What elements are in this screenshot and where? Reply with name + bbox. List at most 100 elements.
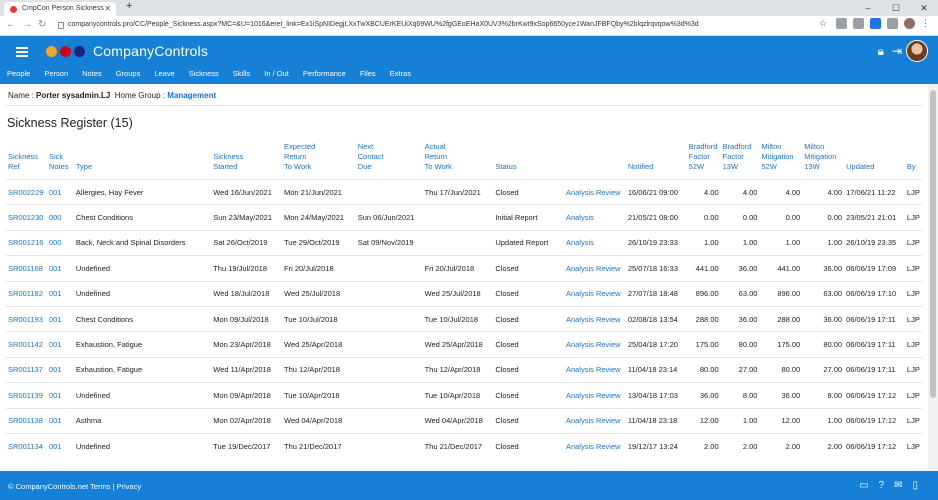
browser-tab[interactable]: CmpCon Person Sickness ✕ <box>4 2 116 16</box>
column-header-milton-13w[interactable]: Milton Mitigation 13W <box>802 142 844 180</box>
close-window-icon[interactable]: ✕ <box>910 0 938 16</box>
table-row[interactable]: SR001230 000 Chest Conditions Sun 23/May/20… <box>6 204 922 231</box>
table-cell-sickness-ref[interactable]: SR001193 <box>6 305 47 332</box>
column-header-sickness-started[interactable]: Sickness Started <box>211 142 282 180</box>
back-icon[interactable]: ← <box>6 19 16 30</box>
table-row[interactable]: SR001142 001 Exhaustion, Fatigue Mon 23/Apr… <box>6 331 922 358</box>
table-cell-sickness-ref[interactable]: SR001137 <box>6 356 47 383</box>
table-row[interactable]: SR001216 000 Back, Neck and Spinal Disorde… <box>6 229 922 256</box>
menu-item-groups[interactable]: Groups <box>109 67 148 78</box>
menu-item-person[interactable]: Person <box>37 67 75 78</box>
menu-item-skills[interactable]: Skills <box>226 67 258 78</box>
table-cell-action[interactable]: Analysis Review <box>563 356 626 383</box>
table-cell-action[interactable]: Analysis Review <box>563 407 626 434</box>
column-header-type[interactable]: Type <box>74 142 211 180</box>
new-tab-icon[interactable]: + <box>126 0 132 12</box>
table-cell-action[interactable]: Analysis Review <box>563 331 626 358</box>
menu-item-extras[interactable]: Extras <box>383 67 418 78</box>
column-header-expected-return[interactable]: Expected Return To Work <box>282 142 356 180</box>
forward-icon[interactable]: → <box>22 19 32 30</box>
logout-icon[interactable]: ⇥ <box>892 44 902 59</box>
table-cell-action[interactable]: Analysis Review <box>563 178 626 205</box>
chat-icon[interactable]: ▭ <box>859 480 868 491</box>
table-cell-sick-notes[interactable]: 001 <box>46 432 74 459</box>
extension-icon[interactable] <box>853 18 864 29</box>
column-header-updated[interactable]: Updated <box>844 142 905 180</box>
table-cell-sick-notes[interactable]: 001 <box>46 382 74 409</box>
table-cell-action[interactable]: Analysis Review <box>563 382 626 409</box>
menu-item-sickness[interactable]: Sickness <box>182 67 226 78</box>
extension-icon[interactable] <box>870 18 881 29</box>
menu-item-people[interactable]: People <box>0 67 37 78</box>
column-header-action[interactable] <box>564 142 626 180</box>
column-header-by[interactable]: By <box>905 142 922 180</box>
table-cell-sickness-ref[interactable]: SR001182 <box>6 280 47 307</box>
column-header-sick-notes[interactable]: Sick Notes <box>47 142 74 180</box>
table-cell-action[interactable]: Analysis Review <box>563 280 626 307</box>
table-cell-sick-notes[interactable]: 001 <box>46 305 74 332</box>
table-cell-sick-notes[interactable]: 000 <box>46 229 74 256</box>
menu-item-performance[interactable]: Performance <box>296 67 353 78</box>
star-icon[interactable]: ☆ <box>819 18 830 29</box>
table-row[interactable]: SR001182 001 Undefined Wed 18/Jul/2018 Wed 2… <box>6 280 922 307</box>
footer-text[interactable]: © CompanyControls.net Terms | Privacy <box>8 482 141 491</box>
column-header-status[interactable]: Status <box>493 142 564 180</box>
column-header-notified[interactable]: Notified <box>626 142 687 180</box>
table-cell-action[interactable]: Analysis Review <box>563 305 626 332</box>
table-cell-sick-notes[interactable]: 001 <box>46 178 74 205</box>
lock-icon[interactable]: 🔒︎ <box>878 44 884 59</box>
table-cell-sickness-ref[interactable]: SR001216 <box>6 229 47 256</box>
table-cell-sick-notes[interactable]: 001 <box>46 280 74 307</box>
table-cell-sickness-ref[interactable]: SR001139 <box>6 382 47 409</box>
envelope-icon[interactable]: ✉ <box>894 480 902 491</box>
table-row[interactable]: SR001193 001 Chest Conditions Mon 09/Jul/20… <box>6 305 922 332</box>
column-header-bradford-52w[interactable]: Bradford Factor 52W <box>687 142 721 180</box>
table-cell-sick-notes[interactable]: 001 <box>46 407 74 434</box>
table-cell-action[interactable]: Analysis Review <box>563 432 626 459</box>
menu-item-files[interactable]: Files <box>353 67 383 78</box>
hamburger-icon[interactable] <box>16 47 28 57</box>
avatar[interactable] <box>906 40 928 62</box>
help-icon[interactable]: ? <box>879 480 885 491</box>
url-bar[interactable]: companycontrols.pro/CC/People_Sickness.a… <box>58 19 776 33</box>
extension-icon[interactable] <box>836 18 847 29</box>
table-cell-sickness-ref[interactable]: SR001142 <box>6 331 47 358</box>
table-cell-action[interactable]: Analysis Review <box>563 255 626 282</box>
tab-close-icon[interactable]: ✕ <box>104 4 111 13</box>
table-row[interactable]: SR001137 001 Exhaustion, Fatigue Wed 11/Apr… <box>6 356 922 383</box>
menu-item-in-out[interactable]: In / Out <box>257 67 296 78</box>
table-cell-sickness-ref[interactable]: SR001230 <box>6 204 47 231</box>
profile-icon[interactable] <box>904 18 915 29</box>
table-row[interactable]: SR001134 001 Undefined Tue 19/Dec/2017 Thu 2… <box>6 432 922 459</box>
table-cell-sick-notes[interactable]: 001 <box>46 255 74 282</box>
logo[interactable]: CompanyControls <box>46 43 208 59</box>
maximize-icon[interactable]: ☐ <box>882 0 910 16</box>
menu-item-leave[interactable]: Leave <box>147 67 181 78</box>
mobile-icon[interactable]: ▯ <box>912 480 918 491</box>
menu-item-notes[interactable]: Notes <box>75 67 109 78</box>
table-row[interactable]: SR001139 001 Undefined Mon 09/Apr/2018 Tue 1… <box>6 382 922 409</box>
table-cell-action[interactable]: Analysis <box>563 204 626 231</box>
table-row[interactable]: SR001168 001 Undefined Thu 19/Jul/2018 Fri 2… <box>6 255 922 282</box>
scrollbar[interactable] <box>928 84 938 471</box>
column-header-actual-return[interactable]: Actual Return To Work <box>423 142 494 180</box>
table-cell-sick-notes[interactable]: 001 <box>46 331 74 358</box>
table-cell-sickness-ref[interactable]: SR001168 <box>6 255 47 282</box>
table-cell-sick-notes[interactable]: 001 <box>46 356 74 383</box>
reload-icon[interactable]: ↻ <box>38 19 46 30</box>
minimize-icon[interactable]: – <box>854 0 882 16</box>
table-row[interactable]: SR002229 001 Allergies, Hay Fever Wed 16/Ju… <box>6 178 922 205</box>
column-header-sickness-ref[interactable]: Sickness Ref <box>6 142 47 180</box>
table-cell-action[interactable]: Analysis <box>563 229 626 256</box>
table-cell-sickness-ref[interactable]: SR001134 <box>6 432 47 459</box>
table-cell-sick-notes[interactable]: 000 <box>46 204 74 231</box>
puzzle-icon[interactable] <box>887 18 898 29</box>
table-cell-sickness-ref[interactable]: SR001138 <box>6 407 47 434</box>
column-header-next-contact[interactable]: Next Contact Due <box>356 142 423 180</box>
more-icon[interactable]: ⋮ <box>921 18 932 29</box>
scrollbar-thumb[interactable] <box>930 90 936 398</box>
column-header-milton-52w[interactable]: Milton Mitigation 52W <box>759 142 802 180</box>
column-header-bradford-13w[interactable]: Bradford Factor 13W <box>721 142 760 180</box>
table-cell-sickness-ref[interactable]: SR002229 <box>6 178 47 205</box>
home-group-link[interactable]: Management <box>167 91 216 100</box>
